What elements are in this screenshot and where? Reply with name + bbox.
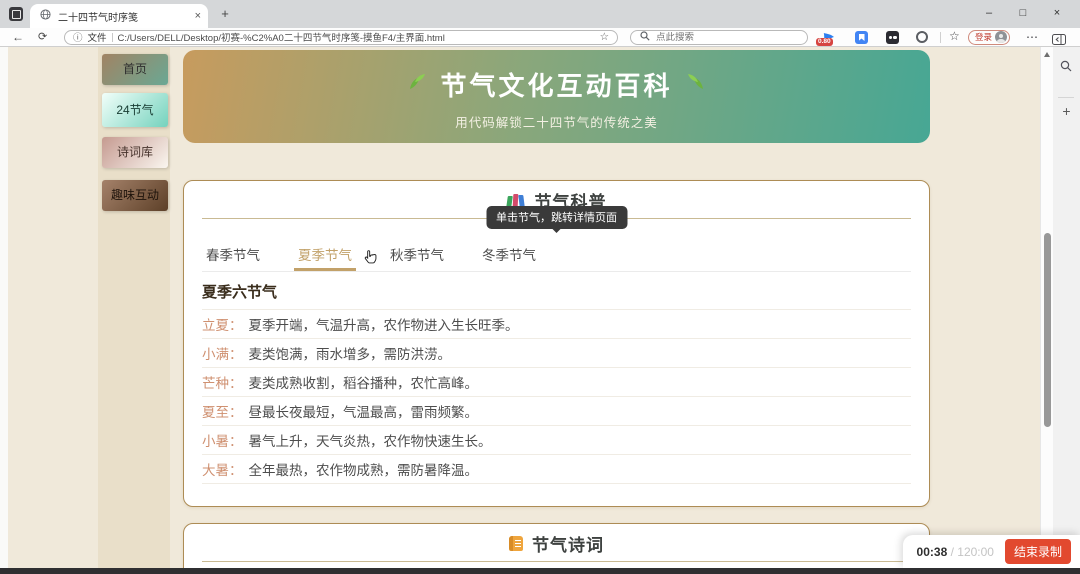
sidebar-item-24-terms[interactable]: 24节气 bbox=[102, 93, 168, 127]
term-name[interactable]: 大暑 bbox=[202, 459, 229, 479]
term-colon: ： bbox=[229, 401, 243, 421]
term-colon: ： bbox=[229, 372, 243, 392]
recording-time: 00:38 / 120:00 bbox=[917, 545, 994, 559]
term-colon: ： bbox=[229, 314, 243, 334]
page-title: 节气文化互动百科 bbox=[440, 66, 672, 103]
address-bar[interactable]: ⓘ 文件 C:/Users/DELL/Desktop/初赛-%C2%A0二十四节… bbox=[64, 30, 618, 45]
leaf-icon bbox=[406, 73, 426, 96]
tab-strip: 二十四节气时序笺 × + – □ × bbox=[0, 0, 1080, 28]
url-scheme-label: 文件 bbox=[88, 30, 107, 44]
back-button[interactable]: ← bbox=[12, 28, 24, 46]
login-label: 登录 bbox=[975, 31, 992, 43]
tab-title: 二十四节气时序笺 bbox=[58, 9, 188, 24]
terms-list: 立夏： 夏季开端，气温升高，农作物进入生长旺季。 小满： 麦类饱满，雨水增多，需… bbox=[202, 309, 911, 484]
extension-bookmark-icon[interactable] bbox=[855, 31, 868, 44]
term-name[interactable]: 小暑 bbox=[202, 430, 229, 450]
poetry-section-title: 节气诗词 bbox=[532, 531, 604, 556]
url-text: C:/Users/DELL/Desktop/初赛-%C2%A0二十四节气时序笺-… bbox=[118, 30, 595, 44]
term-colon: ： bbox=[229, 430, 243, 450]
copilot-icon[interactable] bbox=[916, 31, 928, 43]
close-button[interactable]: × bbox=[1040, 0, 1074, 28]
toolbar-separator bbox=[940, 32, 941, 43]
season-tabs: 春季节气 夏季节气 秋季节气 冬季节气 bbox=[202, 244, 911, 272]
term-desc: 暑气上升，天气炎热，农作物快速生长。 bbox=[249, 430, 492, 450]
recording-bar: 00:38 / 120:00 结束录制 bbox=[903, 535, 1080, 568]
terms-heading: 夏季六节气 bbox=[202, 281, 277, 302]
search-box[interactable] bbox=[630, 30, 808, 45]
term-name[interactable]: 小满 bbox=[202, 343, 229, 363]
recording-total: 120:00 bbox=[957, 545, 994, 559]
search-input[interactable] bbox=[656, 32, 798, 43]
search-icon bbox=[640, 28, 650, 46]
hero-banner: 节气文化互动百科 用代码解锁二十四节气的传统之美 bbox=[183, 50, 930, 143]
recording-elapsed: 00:38 bbox=[917, 545, 948, 559]
recording-separator: / bbox=[951, 545, 954, 559]
workspaces-icon[interactable] bbox=[9, 7, 23, 21]
page-scrollbar[interactable] bbox=[1040, 47, 1053, 574]
page-info-icon[interactable]: ⓘ bbox=[73, 30, 83, 44]
favorites-star-icon[interactable]: ☆ bbox=[949, 29, 960, 43]
stop-recording-button[interactable]: 结束录制 bbox=[1005, 539, 1071, 564]
term-desc: 全年最热，农作物成熟，需防暑降温。 bbox=[249, 459, 479, 479]
scroll-up-icon[interactable] bbox=[1044, 52, 1050, 57]
term-desc: 昼最长夜最短，气温最高，雷雨频繁。 bbox=[249, 401, 479, 421]
refresh-button[interactable]: ⟳ bbox=[38, 28, 47, 46]
tab-close-icon[interactable]: × bbox=[195, 10, 201, 22]
term-desc: 麦类成熟收割，稻谷播种，农忙高峰。 bbox=[249, 372, 479, 392]
term-row-lixia: 立夏： 夏季开端，气温升高，农作物进入生长旺季。 bbox=[202, 310, 911, 339]
sidebar-add-icon[interactable]: + bbox=[1053, 103, 1080, 119]
edge-sidebar: + bbox=[1053, 47, 1080, 574]
term-colon: ： bbox=[229, 343, 243, 363]
term-name[interactable]: 芒种 bbox=[202, 372, 229, 392]
scrollbar-thumb[interactable] bbox=[1044, 233, 1051, 427]
page-left-margin bbox=[0, 47, 8, 574]
term-colon: ： bbox=[229, 459, 243, 479]
tab-summer[interactable]: 夏季节气 bbox=[294, 244, 356, 271]
new-tab-button[interactable]: + bbox=[216, 5, 234, 23]
browser-tab[interactable]: 二十四节气时序笺 × bbox=[30, 4, 208, 28]
login-button[interactable]: 登录 bbox=[968, 30, 1010, 45]
term-row-xiaoman: 小满： 麦类饱满，雨水增多，需防洪涝。 bbox=[202, 339, 911, 368]
sidebar-item-home[interactable]: 首页 bbox=[102, 54, 168, 85]
globe-icon bbox=[40, 7, 51, 25]
term-row-xiazhi: 夏至： 昼最长夜最短，气温最高，雷雨频繁。 bbox=[202, 397, 911, 426]
term-name[interactable]: 立夏 bbox=[202, 314, 229, 334]
term-row-xiaoshu: 小暑： 暑气上升，天气炎热，农作物快速生长。 bbox=[202, 426, 911, 455]
extension-badge: 0.80 bbox=[816, 38, 833, 46]
poetry-section: 节气诗词 bbox=[183, 523, 930, 574]
term-name[interactable]: 夏至 bbox=[202, 401, 229, 421]
page-content: 首页 24节气 诗词库 趣味互动 节气文化互动百科 用代码解锁二十四节气的传统之… bbox=[0, 47, 1080, 574]
maximize-button[interactable]: □ bbox=[1006, 0, 1040, 28]
extension-panda-icon[interactable] bbox=[886, 31, 899, 44]
sidebar-item-fun[interactable]: 趣味互动 bbox=[102, 180, 168, 211]
term-desc: 麦类饱满，雨水增多，需防洪涝。 bbox=[249, 343, 452, 363]
tooltip: 单击节气，跳转详情页面 bbox=[486, 206, 627, 229]
more-menu-button[interactable]: ⋯ bbox=[1026, 28, 1038, 46]
sidebar-divider bbox=[1058, 97, 1074, 98]
url-divider bbox=[112, 33, 113, 42]
window-controls: – □ × bbox=[972, 0, 1074, 28]
tab-winter[interactable]: 冬季节气 bbox=[478, 244, 540, 271]
section-divider bbox=[202, 561, 911, 562]
browser-toolbar: ← ⟳ ⓘ 文件 C:/Users/DELL/Desktop/初赛-%C2%A0… bbox=[0, 28, 1080, 47]
page-subtitle: 用代码解锁二十四节气的传统之美 bbox=[183, 112, 930, 131]
term-row-dashu: 大暑： 全年最热，农作物成熟，需防暑降温。 bbox=[202, 455, 911, 484]
avatar-icon bbox=[995, 31, 1007, 43]
science-section: 节气科普 单击节气，跳转详情页面 春季节气 夏季节气 秋季节气 冬季节气 夏季六… bbox=[183, 180, 930, 507]
minimize-button[interactable]: – bbox=[972, 0, 1006, 28]
term-row-mangzhong: 芒种： 麦类成熟收割，稻谷播种，农忙高峰。 bbox=[202, 368, 911, 397]
sidebar-search-icon[interactable] bbox=[1060, 59, 1072, 77]
sidebar-item-poetry[interactable]: 诗词库 bbox=[102, 137, 168, 168]
tab-spring[interactable]: 春季节气 bbox=[202, 244, 264, 271]
term-desc: 夏季开端，气温升高，农作物进入生长旺季。 bbox=[249, 314, 519, 334]
tab-autumn[interactable]: 秋季节气 bbox=[386, 244, 448, 271]
scroll-icon bbox=[509, 536, 523, 551]
leaf-icon bbox=[687, 73, 707, 96]
bookmark-star-icon[interactable]: ☆ bbox=[600, 31, 609, 43]
window-bottom-edge bbox=[0, 568, 1080, 574]
browser-window: 二十四节气时序笺 × + – □ × ← ⟳ ⓘ 文件 C:/Users/DEL… bbox=[0, 0, 1080, 574]
